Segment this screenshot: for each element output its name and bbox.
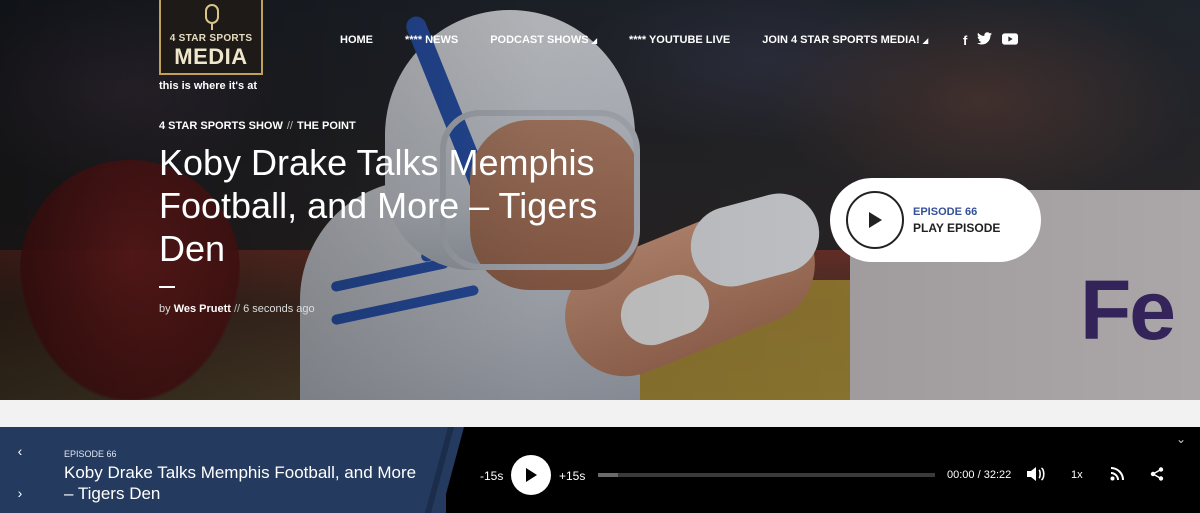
logo-main-text: MEDIA [174,44,248,69]
play-icon [869,212,882,228]
logo-top-text: 4 STAR SPORTS [169,33,253,44]
post-byline: by Wes Pruett//6 seconds ago [159,303,315,315]
play-episode-number: EPISODE 66 [913,205,978,218]
progress-bar[interactable] [598,473,935,477]
title-divider [159,286,175,288]
category-link[interactable]: THE POINT [297,120,356,132]
social-links: f [963,32,1019,48]
microphone-stand [211,24,213,30]
nav-news[interactable]: **** NEWS [405,34,458,46]
category-separator: // [286,120,293,132]
player-play-button[interactable] [511,455,551,495]
time-display: 00:00 / 32:22 [947,469,1011,481]
facebook-icon[interactable]: f [963,33,967,48]
episode-nav: ‹ › [0,427,40,513]
byline-separator: // [233,303,241,315]
microphone-icon [205,4,219,24]
site-tagline: this is where it's at [159,80,257,92]
content-spacer [0,400,1200,427]
current-time: 00:00 [947,469,975,481]
post-time: 6 seconds ago [243,303,315,315]
share-icon[interactable] [1150,467,1164,484]
chevron-right-icon[interactable]: › [0,485,40,501]
episode-title: Koby Drake Talks Memphis Football, and M… [159,142,598,269]
chevron-left-icon[interactable]: ‹ [0,443,40,459]
nav-youtube-live-label: **** YOUTUBE LIVE [628,34,731,46]
skip-forward-button[interactable]: +15s [559,469,585,483]
nav-home[interactable]: HOME [340,34,373,46]
time-separator: / [977,469,981,481]
byline-prefix: by [159,303,171,315]
progress-fill [598,473,619,477]
play-circle [846,191,904,249]
nav-join[interactable]: JOIN 4 STAR SPORTS MEDIA! ◢ [762,34,928,46]
chevron-down-icon[interactable]: ⌄ [1176,432,1186,446]
nav-podcast-shows[interactable]: PODCAST SHOWS ◢ [490,34,597,46]
post-categories: 4 STAR SPORTS SHOW// THE POINT [159,120,356,132]
play-icon [526,468,537,482]
audio-player-bar: ‹ › EPISODE 66 Koby Drake Talks Memphis … [0,427,1200,513]
nav-news-label: **** NEWS [405,34,459,46]
nav-podcast-shows-label: PODCAST SHOWS [490,34,589,46]
main-nav: HOME **** NEWS PODCAST SHOWS ◢ **** YOUTU… [340,33,960,47]
rss-icon[interactable] [1110,467,1124,484]
dropdown-caret-icon: ◢ [922,38,929,45]
skip-back-button[interactable]: -15s [480,469,503,483]
play-episode-label: PLAY EPISODE [913,220,1001,235]
play-episode-text: EPISODE 66 PLAY EPISODE [913,206,1000,235]
duration: 32:22 [983,469,1012,481]
site-logo[interactable]: 4 STAR SPORTS MEDIA [159,0,263,75]
playback-speed-button[interactable]: 1x [1071,469,1083,481]
play-episode-button[interactable]: EPISODE 66 PLAY EPISODE [830,178,1041,262]
player-episode-number: EPISODE 66 [64,449,117,459]
author-link[interactable]: Wes Pruett [174,303,231,315]
volume-icon[interactable] [1026,466,1046,485]
nav-join-label: JOIN 4 STAR SPORTS MEDIA! [762,34,920,46]
youtube-icon[interactable] [1002,32,1019,48]
category-link[interactable]: 4 STAR SPORTS SHOW [159,120,283,132]
nav-youtube-live[interactable]: **** YOUTUBE LIVE [629,34,730,46]
dropdown-caret-icon: ◢ [591,38,597,45]
twitter-icon[interactable] [977,32,993,48]
player-episode-title: Koby Drake Talks Memphis Football, and M… [64,463,417,503]
nav-home-label: HOME [340,34,373,46]
